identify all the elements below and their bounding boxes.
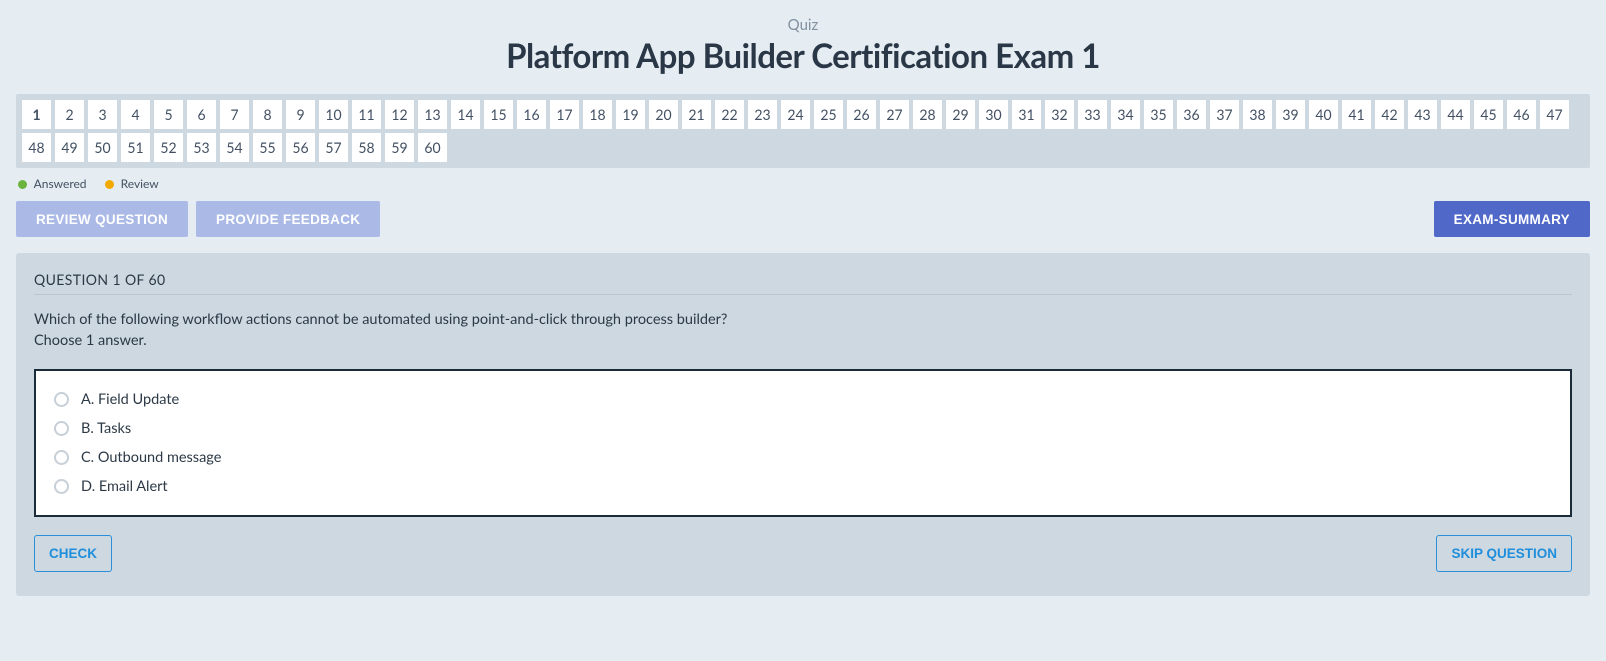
question-nav-46[interactable]: 46 — [1507, 100, 1536, 129]
question-card: QUESTION 1 OF 60 Which of the following … — [16, 253, 1590, 596]
question-nav-53[interactable]: 53 — [187, 133, 216, 162]
question-nav-41[interactable]: 41 — [1342, 100, 1371, 129]
radio-icon — [54, 392, 69, 407]
question-nav-17[interactable]: 17 — [550, 100, 579, 129]
question-nav-49[interactable]: 49 — [55, 133, 84, 162]
question-nav-14[interactable]: 14 — [451, 100, 480, 129]
question-nav-10[interactable]: 10 — [319, 100, 348, 129]
question-nav-23[interactable]: 23 — [748, 100, 777, 129]
question-prompt: Which of the following workflow actions … — [34, 311, 727, 328]
legend-answered: Answered — [18, 176, 87, 191]
action-row: REVIEW QUESTION PROVIDE FEEDBACK EXAM-SU… — [16, 201, 1590, 237]
question-nav-34[interactable]: 34 — [1111, 100, 1140, 129]
question-nav-33[interactable]: 33 — [1078, 100, 1107, 129]
check-button[interactable]: CHECK — [34, 535, 112, 572]
answer-option-b[interactable]: B. Tasks — [54, 414, 1552, 443]
question-nav-51[interactable]: 51 — [121, 133, 150, 162]
answer-option-a[interactable]: A. Field Update — [54, 385, 1552, 414]
answer-label: D. Email Alert — [81, 478, 168, 495]
question-header: QUESTION 1 OF 60 — [34, 271, 1572, 295]
question-nav-45[interactable]: 45 — [1474, 100, 1503, 129]
question-nav-15[interactable]: 15 — [484, 100, 513, 129]
answer-label: B. Tasks — [81, 420, 131, 437]
answer-label: A. Field Update — [81, 391, 179, 408]
question-nav-5[interactable]: 5 — [154, 100, 183, 129]
question-nav-60[interactable]: 60 — [418, 133, 447, 162]
exam-summary-button[interactable]: EXAM-SUMMARY — [1434, 201, 1590, 237]
question-nav-8[interactable]: 8 — [253, 100, 282, 129]
answer-option-d[interactable]: D. Email Alert — [54, 472, 1552, 501]
question-nav-32[interactable]: 32 — [1045, 100, 1074, 129]
question-instruction: Choose 1 answer. — [34, 332, 147, 349]
question-nav-56[interactable]: 56 — [286, 133, 315, 162]
question-nav-37[interactable]: 37 — [1210, 100, 1239, 129]
question-nav-1[interactable]: 1 — [22, 100, 51, 129]
question-nav-38[interactable]: 38 — [1243, 100, 1272, 129]
question-nav-36[interactable]: 36 — [1177, 100, 1206, 129]
question-nav-2[interactable]: 2 — [55, 100, 84, 129]
question-nav-28[interactable]: 28 — [913, 100, 942, 129]
question-nav-22[interactable]: 22 — [715, 100, 744, 129]
question-text: Which of the following workflow actions … — [34, 309, 1572, 351]
question-nav-50[interactable]: 50 — [88, 133, 117, 162]
question-nav-58[interactable]: 58 — [352, 133, 381, 162]
legend: Answered Review — [16, 168, 1590, 201]
question-nav-9[interactable]: 9 — [286, 100, 315, 129]
provide-feedback-button[interactable]: PROVIDE FEEDBACK — [196, 201, 380, 237]
question-nav-strip: 1234567891011121314151617181920212223242… — [16, 94, 1590, 168]
footer-row: CHECK SKIP QUESTION — [34, 535, 1572, 572]
question-nav-40[interactable]: 40 — [1309, 100, 1338, 129]
question-nav-18[interactable]: 18 — [583, 100, 612, 129]
question-nav-21[interactable]: 21 — [682, 100, 711, 129]
question-nav-57[interactable]: 57 — [319, 133, 348, 162]
skip-question-button[interactable]: SKIP QUESTION — [1436, 535, 1572, 572]
question-nav-55[interactable]: 55 — [253, 133, 282, 162]
question-nav-16[interactable]: 16 — [517, 100, 546, 129]
question-nav-4[interactable]: 4 — [121, 100, 150, 129]
answers-container: A. Field Update B. Tasks C. Outbound messa… — [34, 369, 1572, 517]
question-nav-19[interactable]: 19 — [616, 100, 645, 129]
radio-icon — [54, 421, 69, 436]
dot-answered-icon — [18, 180, 27, 189]
question-nav-47[interactable]: 47 — [1540, 100, 1569, 129]
question-nav-6[interactable]: 6 — [187, 100, 216, 129]
quiz-title: Platform App Builder Certification Exam … — [16, 36, 1590, 76]
question-nav-31[interactable]: 31 — [1012, 100, 1041, 129]
quiz-header: Quiz Platform App Builder Certification … — [16, 16, 1590, 76]
question-nav-39[interactable]: 39 — [1276, 100, 1305, 129]
legend-review: Review — [105, 176, 159, 191]
question-nav-12[interactable]: 12 — [385, 100, 414, 129]
legend-review-label: Review — [121, 176, 159, 191]
question-nav-30[interactable]: 30 — [979, 100, 1008, 129]
question-nav-42[interactable]: 42 — [1375, 100, 1404, 129]
radio-icon — [54, 479, 69, 494]
radio-icon — [54, 450, 69, 465]
quiz-subtitle: Quiz — [16, 16, 1590, 34]
question-nav-25[interactable]: 25 — [814, 100, 843, 129]
review-question-button[interactable]: REVIEW QUESTION — [16, 201, 188, 237]
question-nav-54[interactable]: 54 — [220, 133, 249, 162]
question-nav-27[interactable]: 27 — [880, 100, 909, 129]
question-nav-26[interactable]: 26 — [847, 100, 876, 129]
question-nav-11[interactable]: 11 — [352, 100, 381, 129]
question-nav-29[interactable]: 29 — [946, 100, 975, 129]
question-nav-43[interactable]: 43 — [1408, 100, 1437, 129]
question-nav-52[interactable]: 52 — [154, 133, 183, 162]
question-nav-3[interactable]: 3 — [88, 100, 117, 129]
question-nav-7[interactable]: 7 — [220, 100, 249, 129]
question-nav-24[interactable]: 24 — [781, 100, 810, 129]
legend-answered-label: Answered — [34, 176, 87, 191]
answer-option-c[interactable]: C. Outbound message — [54, 443, 1552, 472]
question-nav-20[interactable]: 20 — [649, 100, 678, 129]
answer-label: C. Outbound message — [81, 449, 221, 466]
question-nav-59[interactable]: 59 — [385, 133, 414, 162]
question-nav-48[interactable]: 48 — [22, 133, 51, 162]
question-nav-35[interactable]: 35 — [1144, 100, 1173, 129]
question-nav-13[interactable]: 13 — [418, 100, 447, 129]
dot-review-icon — [105, 180, 114, 189]
question-nav-44[interactable]: 44 — [1441, 100, 1470, 129]
